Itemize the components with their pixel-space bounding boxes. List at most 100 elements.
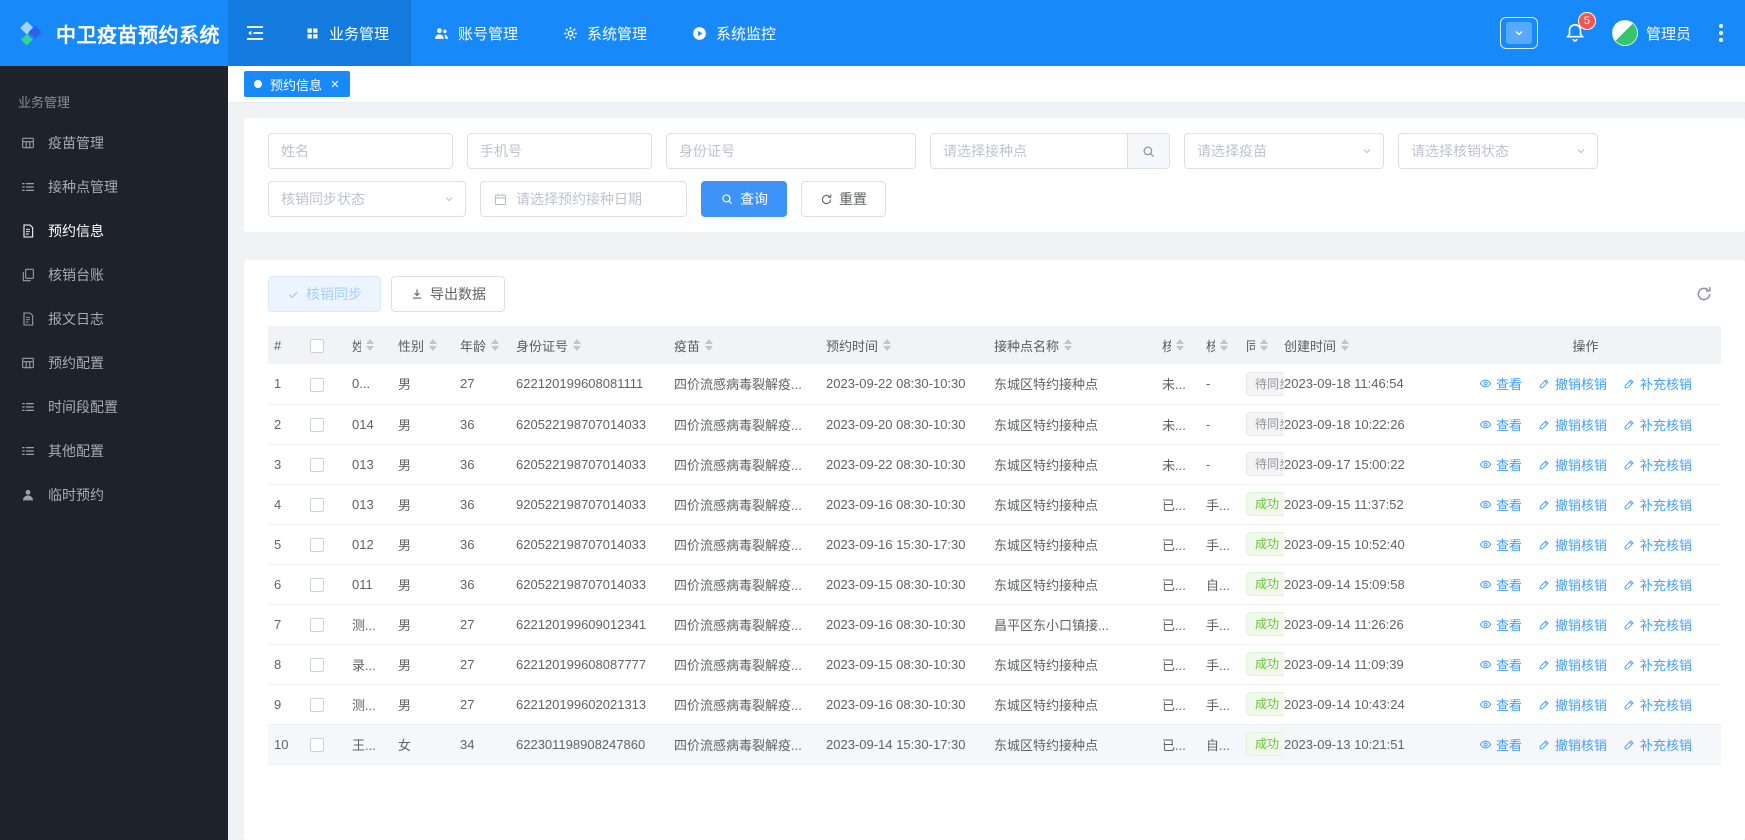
revoke-verify-link[interactable]: 撤销核销 <box>1538 655 1607 674</box>
sort-caret-icon[interactable] <box>1260 339 1268 351</box>
view-link[interactable]: 查看 <box>1479 735 1522 754</box>
row-checkbox[interactable] <box>310 697 324 712</box>
view-link[interactable]: 查看 <box>1479 535 1522 554</box>
row-checkbox[interactable] <box>310 377 324 392</box>
tab-reservation-info[interactable]: 预约信息 <box>244 71 351 97</box>
column-header-verify_status[interactable]: 核销状态 <box>1162 326 1206 364</box>
cell-appt_time: 2023-09-16 08:30-10:30 <box>826 604 994 644</box>
sort-caret-icon[interactable] <box>429 339 438 351</box>
phone-input[interactable] <box>467 133 652 169</box>
appointment-date-picker[interactable]: 请选择预约接种日期 <box>480 181 687 217</box>
site-input[interactable] <box>931 134 1127 168</box>
sidebar-item[interactable]: 核销台账 <box>0 253 228 297</box>
column-header-verify_method[interactable]: 核销方式 <box>1206 326 1246 364</box>
view-link[interactable]: 查看 <box>1479 695 1522 714</box>
idcard-input[interactable] <box>666 133 916 169</box>
sidebar-item[interactable]: 其他配置 <box>0 429 228 473</box>
view-link[interactable]: 查看 <box>1479 575 1522 594</box>
top-menu-item[interactable]: 系统管理 <box>540 0 669 66</box>
row-checkbox[interactable] <box>310 537 324 552</box>
revoke-verify-link[interactable]: 撤销核销 <box>1538 735 1607 754</box>
name-input[interactable] <box>268 133 453 169</box>
sort-caret-icon[interactable] <box>705 339 714 351</box>
sidebar-item[interactable]: 临时预约 <box>0 473 228 517</box>
top-menu-item[interactable]: 账号管理 <box>411 0 540 66</box>
sort-caret-icon[interactable] <box>1176 339 1184 351</box>
user-menu[interactable]: 管理员 <box>1611 20 1691 46</box>
revoke-verify-link[interactable]: 撤销核销 <box>1538 374 1607 393</box>
sync-status-select[interactable]: 核销同步状态 <box>268 181 466 217</box>
top-menu-item[interactable]: 系统监控 <box>669 0 798 66</box>
row-checkbox[interactable] <box>310 577 324 592</box>
sidebar-item[interactable]: 预约配置 <box>0 341 228 385</box>
sort-caret-icon[interactable] <box>573 339 582 351</box>
supplement-verify-link[interactable]: 补充核销 <box>1623 735 1692 754</box>
sidebar-collapse-button[interactable] <box>228 0 282 66</box>
reset-button[interactable]: 重置 <box>801 181 886 217</box>
column-header-site[interactable]: 接种点名称 <box>994 326 1162 364</box>
column-header-age[interactable]: 年龄 <box>460 326 516 364</box>
export-data-button[interactable]: 导出数据 <box>391 276 505 312</box>
top-menu-item[interactable]: 业务管理 <box>282 0 412 66</box>
view-link[interactable]: 查看 <box>1479 615 1522 634</box>
cell-appt_time: 2023-09-20 08:30-10:30 <box>826 404 994 444</box>
row-checkbox[interactable] <box>310 457 324 472</box>
supplement-verify-link[interactable]: 补充核销 <box>1623 495 1692 514</box>
sort-caret-icon[interactable] <box>1341 339 1350 351</box>
supplement-verify-link[interactable]: 补充核销 <box>1623 655 1692 674</box>
verify-status-select[interactable]: 请选择核销状态 <box>1398 133 1598 169</box>
sidebar-item[interactable]: 疫苗管理 <box>0 121 228 165</box>
column-header-created[interactable]: 创建时间 <box>1284 326 1454 364</box>
view-link[interactable]: 查看 <box>1479 415 1522 434</box>
row-checkbox[interactable] <box>310 417 324 432</box>
supplement-verify-link[interactable]: 补充核销 <box>1623 455 1692 474</box>
column-header-name[interactable]: 姓名 <box>352 326 398 364</box>
sort-caret-icon[interactable] <box>1064 339 1073 351</box>
sidebar-item[interactable]: 报文日志 <box>0 297 228 341</box>
sort-caret-icon[interactable] <box>366 339 374 351</box>
site-search-button[interactable] <box>1127 134 1169 168</box>
sidebar-item[interactable]: 预约信息 <box>0 209 228 253</box>
revoke-verify-link[interactable]: 撤销核销 <box>1538 575 1607 594</box>
notifications-button[interactable]: 5 <box>1564 12 1596 44</box>
revoke-verify-link[interactable]: 撤销核销 <box>1538 455 1607 474</box>
column-header-gender[interactable]: 性别 <box>398 326 460 364</box>
sort-caret-icon[interactable] <box>883 339 892 351</box>
refresh-table-button[interactable] <box>1687 277 1721 311</box>
view-link[interactable]: 查看 <box>1479 655 1522 674</box>
column-header-appt_time[interactable]: 预约时间 <box>826 326 994 364</box>
row-checkbox[interactable] <box>310 657 324 672</box>
revoke-verify-link[interactable]: 撤销核销 <box>1538 615 1607 634</box>
revoke-verify-link[interactable]: 撤销核销 <box>1538 415 1607 434</box>
supplement-verify-link[interactable]: 补充核销 <box>1623 695 1692 714</box>
sidebar-item[interactable]: 时间段配置 <box>0 385 228 429</box>
supplement-verify-link[interactable]: 补充核销 <box>1623 535 1692 554</box>
revoke-verify-link[interactable]: 撤销核销 <box>1538 535 1607 554</box>
supplement-verify-link[interactable]: 补充核销 <box>1623 575 1692 594</box>
supplement-verify-link[interactable]: 补充核销 <box>1623 615 1692 634</box>
supplement-verify-link[interactable]: 补充核销 <box>1623 374 1692 393</box>
row-checkbox[interactable] <box>310 737 324 752</box>
row-checkbox[interactable] <box>310 497 324 512</box>
view-link[interactable]: 查看 <box>1479 495 1522 514</box>
search-button[interactable]: 查询 <box>701 181 787 217</box>
revoke-verify-link[interactable]: 撤销核销 <box>1538 495 1607 514</box>
more-menu-button[interactable] <box>1717 20 1725 46</box>
view-link[interactable]: 查看 <box>1479 455 1522 474</box>
verify-sync-button[interactable]: 核销同步 <box>268 276 381 312</box>
select-all-checkbox[interactable] <box>310 338 324 353</box>
revoke-verify-link[interactable]: 撤销核销 <box>1538 695 1607 714</box>
header-collapse-button[interactable] <box>1499 17 1538 49</box>
view-link[interactable]: 查看 <box>1479 374 1522 393</box>
vaccine-select[interactable]: 请选择疫苗 <box>1184 133 1384 169</box>
sidebar-item[interactable]: 接种点管理 <box>0 165 228 209</box>
tab-close-icon[interactable] <box>330 79 340 89</box>
row-checkbox[interactable] <box>310 617 324 632</box>
sort-caret-icon[interactable] <box>491 339 500 351</box>
column-header-idcard[interactable]: 身份证号 <box>516 326 674 364</box>
column-header-vaccine[interactable]: 疫苗 <box>674 326 826 364</box>
sort-caret-icon[interactable] <box>1220 339 1228 351</box>
cell-text: 4 <box>274 496 282 512</box>
column-header-sync_status[interactable]: 同步状态 <box>1246 326 1284 364</box>
supplement-verify-link[interactable]: 补充核销 <box>1623 415 1692 434</box>
